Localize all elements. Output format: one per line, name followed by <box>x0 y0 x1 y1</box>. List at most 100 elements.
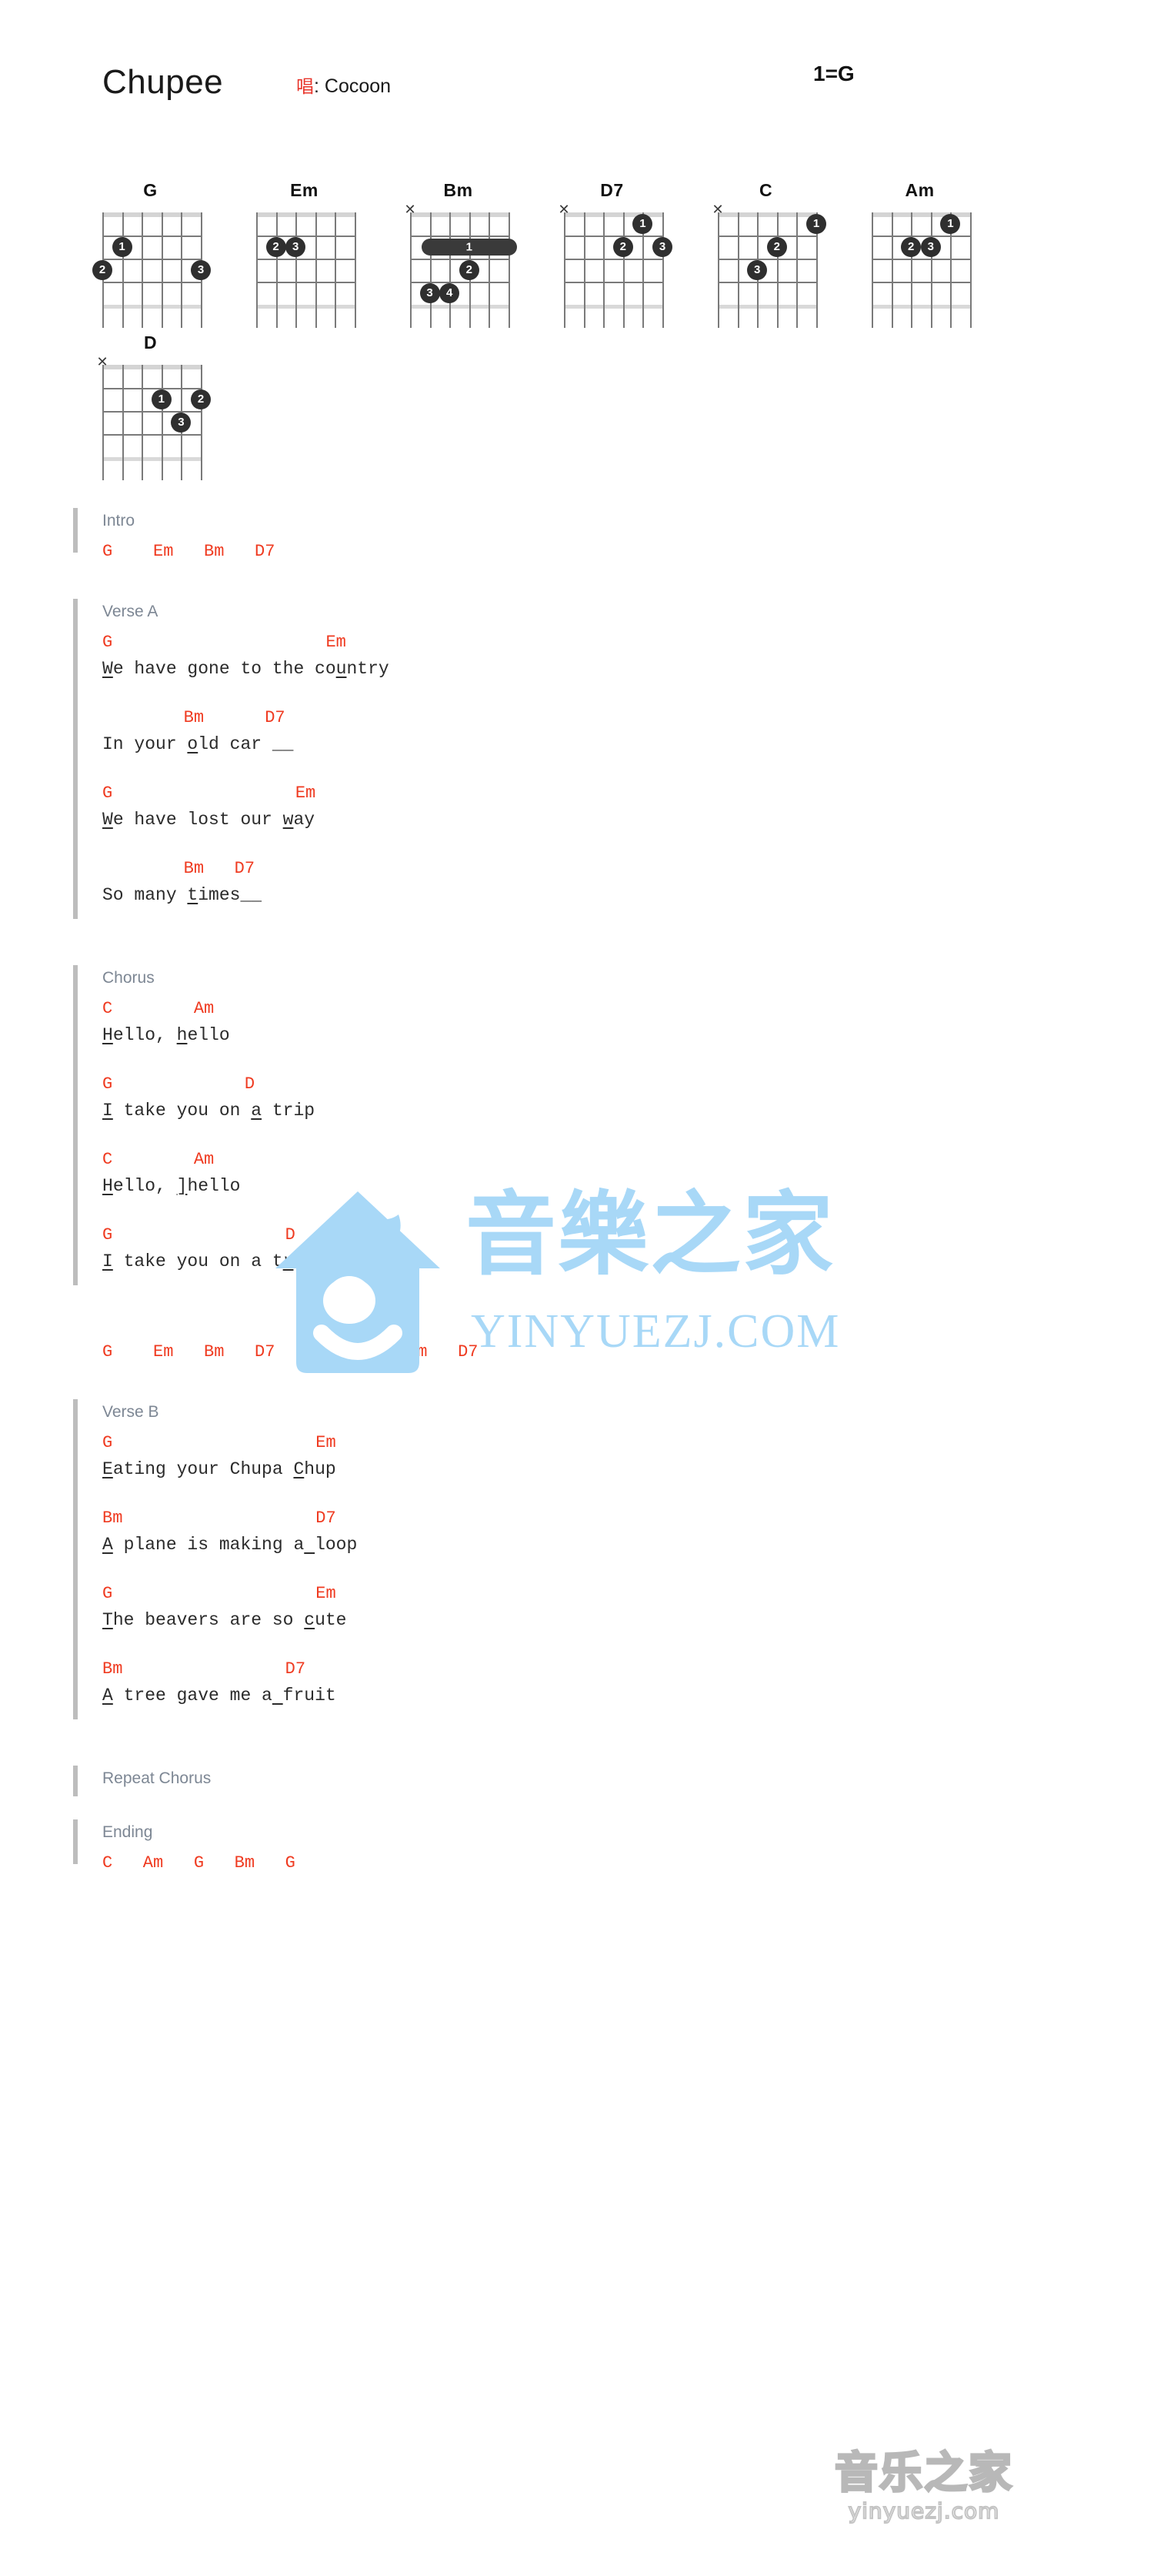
string-line <box>603 212 605 328</box>
nut-line <box>718 212 816 217</box>
section-label: Chorus <box>102 969 155 987</box>
string-line <box>201 365 202 480</box>
fretboard-grid: 12 3 <box>92 212 211 328</box>
chord-line: Bm D7 <box>102 1659 306 1679</box>
fret-line <box>564 282 662 283</box>
finger-dot: 3 <box>920 237 941 257</box>
section-label: Verse B <box>102 1403 159 1421</box>
chord-line: G Em <box>102 1433 336 1452</box>
muted-string-icon: ✕ <box>712 202 724 218</box>
fret-line <box>102 434 201 436</box>
chord-line: C Am <box>102 1150 215 1169</box>
string-line <box>161 365 163 480</box>
chord-diagram-am[interactable]: Am 1 2 3 <box>852 179 987 328</box>
chord-fretboard: 1 2 3 ✕ <box>83 354 218 480</box>
finger-dot: 1 <box>112 237 132 257</box>
fretboard-grid: 1 2 3 ✕ <box>712 203 826 328</box>
chord-diagram-g[interactable]: G 12 3 <box>83 179 218 328</box>
section-marker-bar <box>73 1766 78 1796</box>
fret-line <box>410 305 509 309</box>
section-label: Intro <box>102 512 135 530</box>
fret-line <box>102 457 201 461</box>
nut-line <box>256 212 355 217</box>
chord-line: G Em <box>102 1584 336 1603</box>
fret-line <box>718 259 816 260</box>
chord-diagram-d7[interactable]: D7 1 2 3 ✕ <box>545 179 679 328</box>
string-line <box>122 365 124 480</box>
fret-line <box>102 388 201 389</box>
section-label: Ending <box>102 1823 153 1841</box>
fret-line <box>718 305 816 309</box>
finger-dot: 2 <box>459 260 479 280</box>
chord-fretboard: 23 <box>237 202 372 328</box>
string-line <box>489 212 491 328</box>
muted-string-icon: ✕ <box>404 202 416 218</box>
fret-line <box>564 305 662 309</box>
section-marker-bar <box>73 1819 78 1864</box>
lyric-line: I take you on a trip <box>102 1251 315 1271</box>
finger-dot: 1 <box>940 214 961 234</box>
lyric-line: I take you on a trip <box>102 1101 315 1121</box>
lyric-line: A plane is making a loop <box>102 1535 358 1555</box>
fret-line <box>410 259 509 260</box>
nut-line <box>410 212 509 217</box>
artist-credit: 唱: Cocoon <box>296 77 391 96</box>
chord-line: G Em Bm D7 <box>102 542 275 561</box>
string-line <box>429 212 432 328</box>
fret-line <box>872 305 970 309</box>
string-line <box>891 212 893 328</box>
fret-line <box>718 236 816 237</box>
fret-line <box>102 305 201 309</box>
lyric-line: We have lost our way <box>102 810 315 830</box>
fret-line <box>564 259 662 260</box>
muted-string-icon: ✕ <box>96 354 108 370</box>
fretboard-grid: 1 2 3 4 ✕ <box>404 203 517 328</box>
fret-line <box>102 236 201 237</box>
fret-line <box>564 236 662 237</box>
chord-diagram-bm[interactable]: Bm 1 2 3 4 ✕ <box>391 179 525 328</box>
chord-diagram-name: D <box>143 332 158 352</box>
fret-line <box>410 282 509 283</box>
string-line <box>662 212 664 328</box>
chord-line: Bm D7 <box>102 708 285 727</box>
finger-dot: 2 <box>901 237 922 257</box>
finger-dot: 3 <box>191 260 211 280</box>
fret-line <box>102 411 201 413</box>
string-line <box>122 212 124 328</box>
fret-line <box>872 259 970 260</box>
chord-diagram-row: D 1 2 3 ✕ <box>0 331 1154 483</box>
string-line <box>449 212 452 328</box>
fret-line <box>718 282 816 283</box>
chord-diagram-name: D7 <box>600 180 624 200</box>
fret-line <box>872 282 970 283</box>
watermark-bottom-english: yinyuezj.com <box>848 2497 1000 2524</box>
chord-diagram-c[interactable]: C 1 2 3 ✕ <box>699 179 833 328</box>
lyric-line: So many times__ <box>102 885 262 905</box>
chord-fretboard: 123 <box>83 202 218 328</box>
chord-fretboard: 123 <box>852 202 987 328</box>
finger-dot: 2 <box>265 237 286 257</box>
watermark-bottom: 音乐之家 yinyuezj.com <box>834 2450 1013 2524</box>
chord-diagram-em[interactable]: Em 2 3 <box>237 179 372 328</box>
lyric-line: A tree gave me a fruit <box>102 1686 336 1706</box>
string-line <box>102 365 104 480</box>
finger-dot: 4 <box>439 283 460 303</box>
finger-dot: 3 <box>747 260 768 280</box>
chord-fretboard: 1 2 3 4 ✕ <box>391 202 525 328</box>
string-line <box>142 365 144 480</box>
chord-diagram-d[interactable]: D 1 2 3 ✕ <box>83 331 218 480</box>
section-marker-bar <box>73 965 78 1285</box>
chord-diagram-row: G 1 2 3 Em 2 3 Bm 1 2 3 4 ✕ D7 1 2 3 ✕ C 1 2 3 ✕ Am 1 2 3 <box>0 179 1154 331</box>
string-line <box>776 212 779 328</box>
fret-line <box>256 282 355 283</box>
finger-dot: 2 <box>766 237 787 257</box>
chord-fretboard: 1 2 3 ✕ <box>545 202 679 328</box>
string-line <box>970 212 972 328</box>
chord-line: C Am G Bm G <box>102 1853 295 1873</box>
fret-line <box>872 236 970 237</box>
chord-diagram-name: C <box>759 180 773 200</box>
lyric-line: Hello, hello <box>102 1025 230 1045</box>
chord-diagram-name: Am <box>905 180 935 200</box>
fret-line <box>102 282 201 283</box>
section-marker-bar <box>73 1399 78 1719</box>
